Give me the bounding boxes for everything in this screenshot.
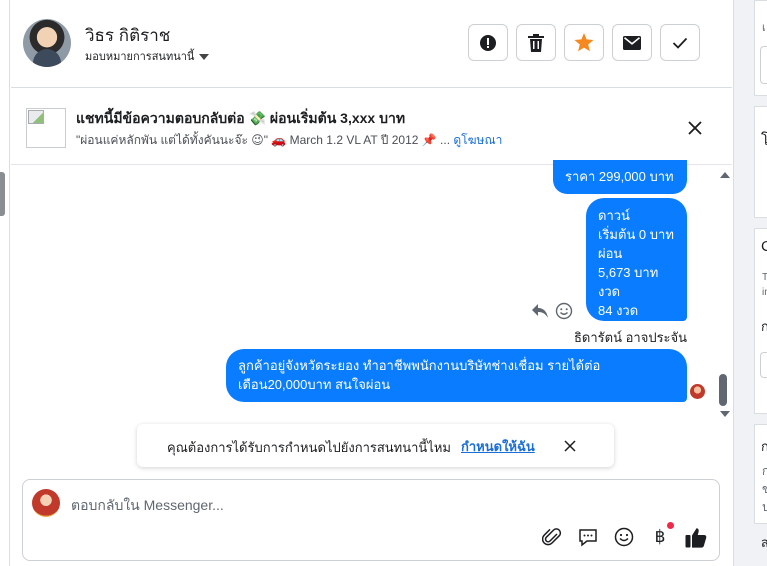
scroll-up-arrow[interactable] [720,172,730,178]
smiley-icon [614,527,634,547]
panel-input[interactable] [760,46,767,84]
view-ad-link[interactable]: ดูโฆษณา [453,133,502,147]
scroll-down-arrow[interactable] [720,411,730,417]
assign-conversation-dropdown[interactable]: มอบหมายการสนทนานี้ [85,47,210,65]
contact-details-panel: เ โ C T in ก ก ก ข ป ส [733,0,767,566]
left-panel-edge [0,0,10,566]
trash-icon [528,33,544,52]
messenger-inbox: วิธร กิติราช มอบหมายการสนทนานี้ แชทนี้มี… [0,0,767,566]
panel-fragment: ป [762,500,767,514]
paperclip-icon [542,528,562,546]
scrollbar-thumb[interactable] [719,374,727,406]
message-line: 5,673 บาท [598,265,659,280]
page-avatar [32,489,60,517]
assign-prompt-banner: คุณต้องการได้รับการกำหนดไปยังการสนทนานี้… [137,424,614,467]
panel-fragment: T [762,272,767,283]
conversation-panel: วิธร กิติราช มอบหมายการสนทนานี้ แชทนี้มี… [11,0,732,566]
report-button[interactable] [468,24,508,61]
star-icon [574,33,594,52]
panel-fragment: เ [762,22,766,34]
reply-icon[interactable] [531,303,549,319]
ad-context-banner: แชทนี้มีข้อความตอบกลับต่อ 💸 ผ่อนเริ่มต้น… [11,89,732,165]
panel-fragment: ก [762,464,767,478]
chevron-down-icon [199,53,210,60]
message-line: เริ่มต้น 0 บาท [598,227,674,242]
assign-prompt-text: คุณต้องการได้รับการกำหนดไปยังการสนทนานี้… [167,440,451,455]
thumbs-up-icon [685,527,707,548]
reply-input[interactable]: ตอบกลับใน Messenger... [71,495,224,517]
panel-fragment: in [762,287,767,298]
message-bubble[interactable]: ราคา 299,000 บาท [553,160,687,194]
ad-thumbnail[interactable] [26,108,66,148]
mark-done-button[interactable] [660,24,700,61]
seen-avatar [690,384,705,399]
like-button[interactable] [685,526,707,548]
panel-select[interactable] [760,352,767,378]
details-card [754,106,767,218]
delete-button[interactable] [516,24,556,61]
reaction-smiley-icon[interactable] [555,302,573,320]
contact-name[interactable]: วิธร กิติราช [85,22,170,49]
report-icon [480,34,496,51]
panel-fragment: ข [762,482,767,496]
message-line: 84 งวด [598,303,639,318]
panel-heading: ก [761,319,767,334]
notification-dot [667,522,674,529]
chat-bubble-icon [579,528,597,547]
assign-label: มอบหมายการสนทนานี้ [85,51,195,63]
mark-unread-button[interactable] [612,24,652,61]
check-icon [672,37,688,49]
panel-heading: C [761,238,767,255]
composer-tools: ฿ [541,522,707,548]
reply-composer[interactable]: ตอบกลับใน Messenger... ฿ [22,479,720,561]
ad-subtitle-text: "ผ่อนแค่หลักพัน แต่ได้ทั้งคันนะจ๊ะ 😉" 🚗 … [76,133,451,147]
close-icon[interactable] [563,439,577,453]
panel-heading: ส [761,535,767,550]
message-bubble[interactable]: ดาวน์ เริ่มต้น 0 บาท ผ่อน 5,673 บาท งวด … [586,198,687,321]
message-bubble[interactable]: ลูกค้าอยู่จังหวัดระยอง ทำอาชีพพนักงานบริ… [226,349,687,402]
message-list: ราคา 299,000 บาท ดาวน์ เริ่มต้น 0 บาท ผ่… [11,160,732,467]
mail-icon [623,35,641,50]
conversation-header: วิธร กิติราช มอบหมายการสนทนานี้ [11,0,732,88]
message-actions [531,302,573,320]
panel-heading: ก [761,439,767,454]
ad-title: แชทนี้มีข้อความตอบกลับต่อ 💸 ผ่อนเริ่มต้น… [76,110,406,126]
contact-avatar[interactable] [23,19,71,67]
attach-button[interactable] [541,526,563,548]
saved-replies-button[interactable] [577,526,599,548]
header-actions [468,24,700,61]
emoji-button[interactable] [613,526,635,548]
assign-to-me-link[interactable]: กำหนดให้ฉัน [461,436,535,457]
message-line: ดาวน์ [598,208,630,223]
message-scrollbar[interactable] [717,166,730,424]
message-line: ผ่อน [598,246,623,261]
close-icon[interactable] [686,119,704,137]
star-button[interactable] [564,24,604,61]
ad-subtitle: "ผ่อนแค่หลักพัน แต่ได้ทั้งคันนะจ๊ะ 😉" 🚗 … [76,131,502,150]
sender-name: ธิดารัตน์ อาจประจัน [574,330,688,345]
panel-heading: โ [761,132,767,149]
payment-button[interactable]: ฿ [649,522,674,548]
panel-resize-handle[interactable] [0,172,5,216]
baht-icon: ฿ [654,527,666,547]
message-line: งวด [598,284,621,299]
